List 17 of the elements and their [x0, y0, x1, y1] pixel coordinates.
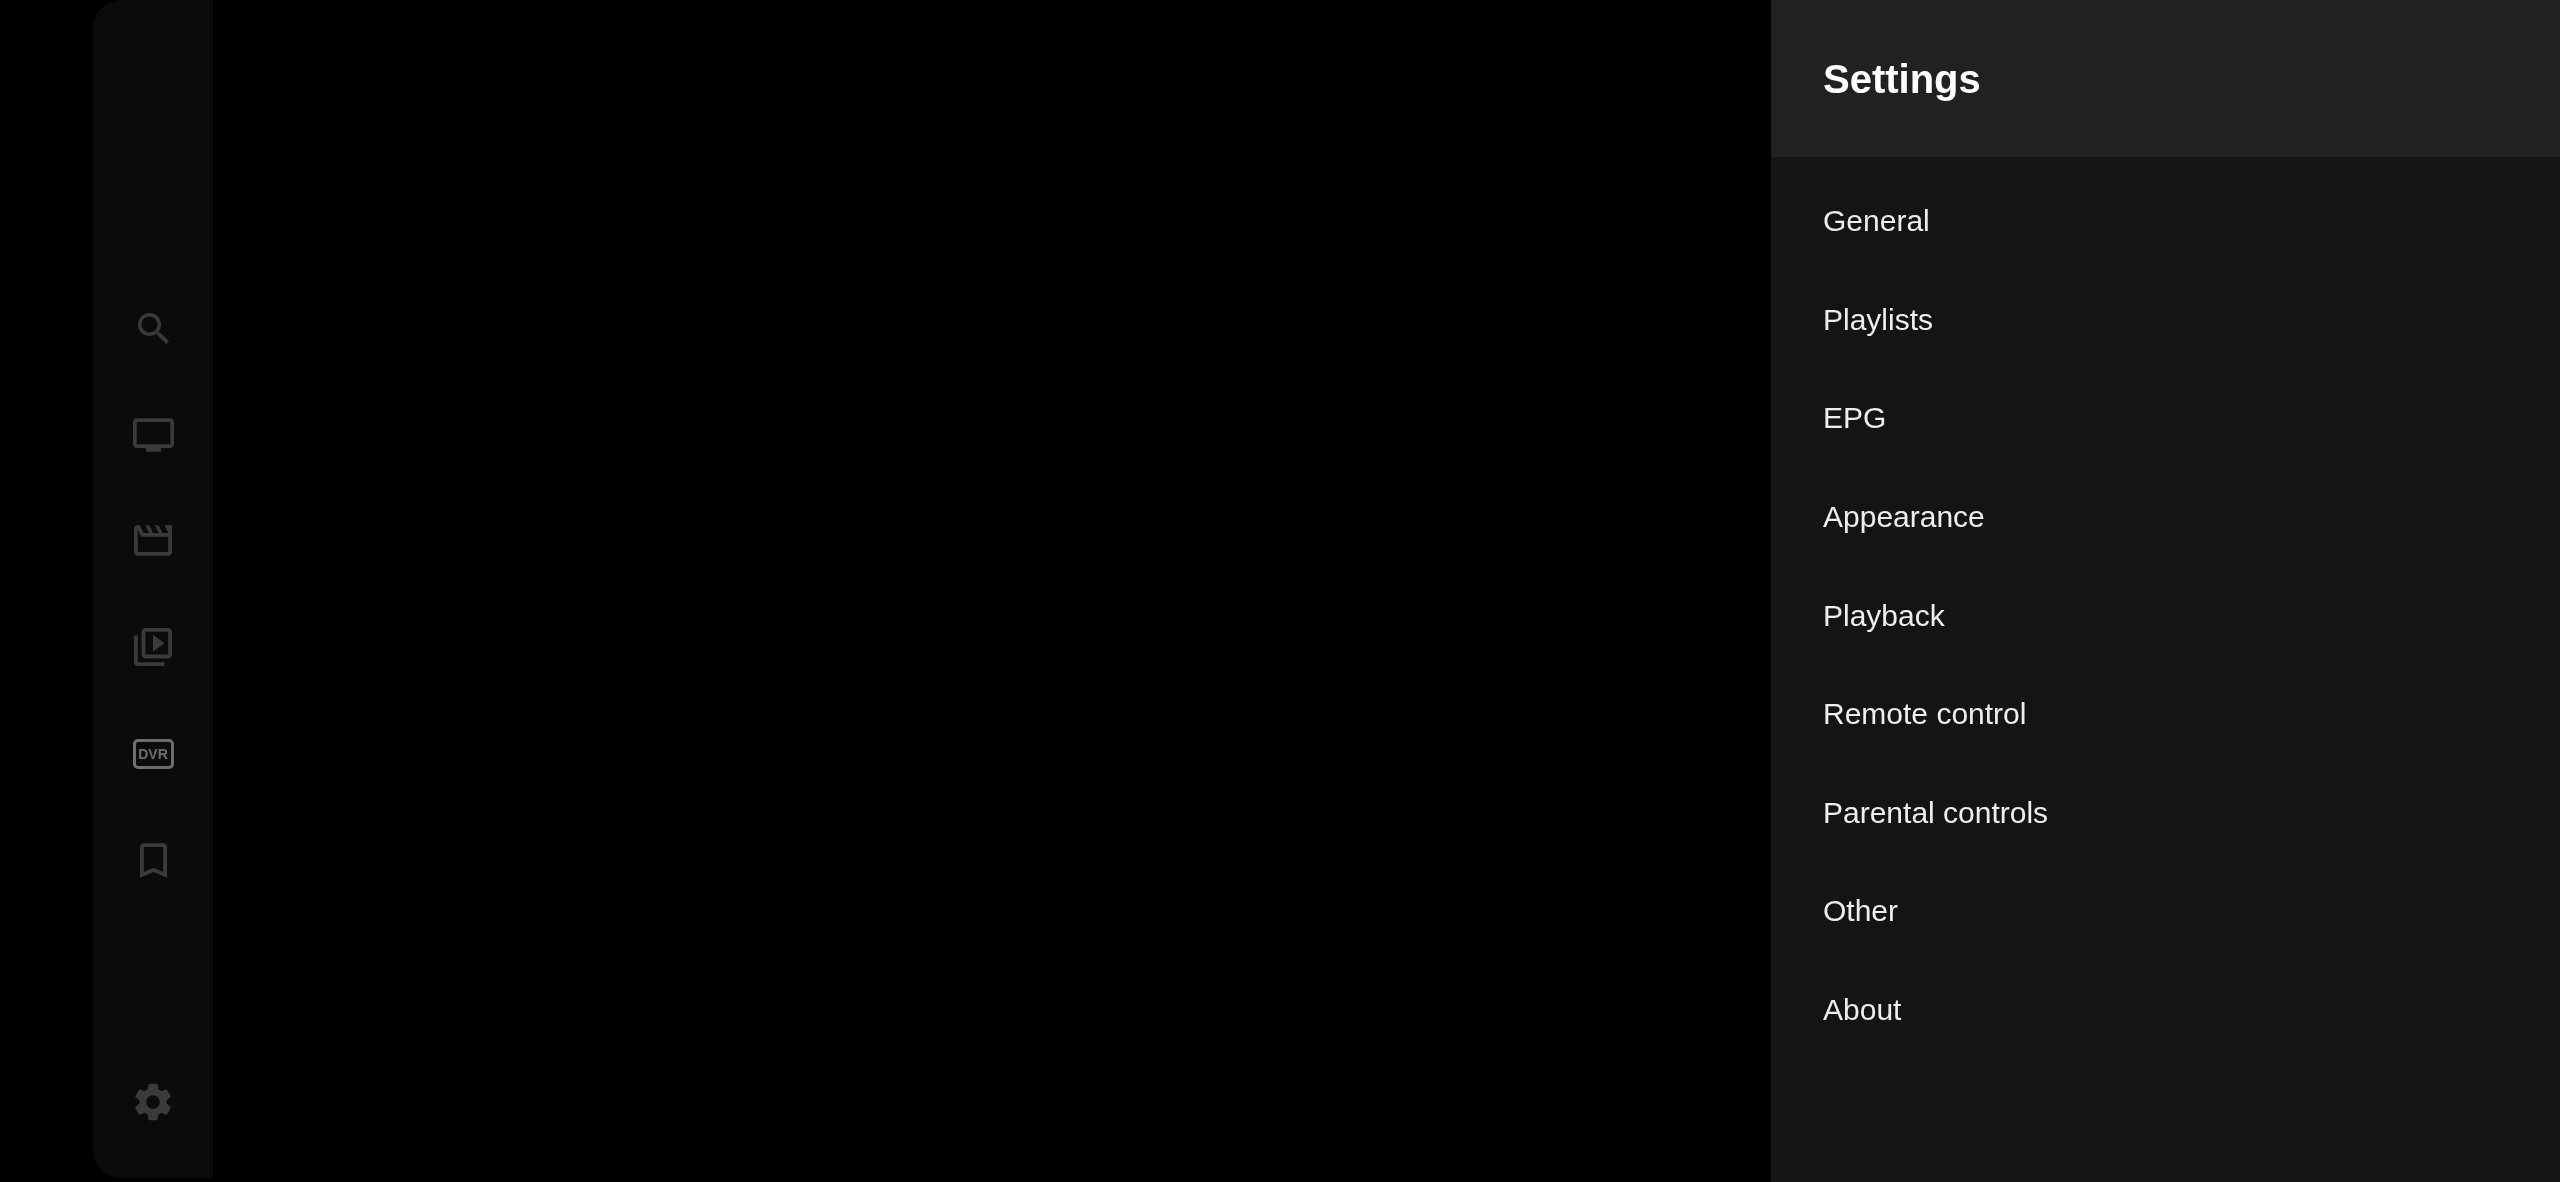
settings-menu-item[interactable]: Playback — [1771, 566, 2560, 665]
video-library-icon[interactable] — [134, 628, 172, 667]
settings-icon[interactable] — [135, 1083, 171, 1121]
settings-menu-item[interactable]: Remote control — [1771, 664, 2560, 764]
clapperboard-icon[interactable] — [134, 525, 172, 557]
settings-title: Settings — [1823, 58, 1981, 99]
settings-menu-item[interactable]: General — [1771, 172, 2560, 271]
settings-menu-item[interactable]: EPG — [1771, 369, 2560, 468]
tv-icon[interactable] — [132, 417, 174, 452]
bookmark-icon[interactable] — [139, 842, 167, 878]
dvr-button[interactable]: DVR — [132, 738, 174, 769]
settings-menu-item[interactable]: Other — [1771, 862, 2560, 961]
settings-menu-item[interactable]: Appearance — [1771, 467, 2560, 567]
settings-menu-item[interactable]: About — [1771, 960, 2560, 1060]
settings-menu-item[interactable]: Playlists — [1771, 270, 2560, 370]
settings-menu-item[interactable]: Parental controls — [1771, 763, 2560, 863]
search-icon[interactable] — [137, 312, 169, 344]
